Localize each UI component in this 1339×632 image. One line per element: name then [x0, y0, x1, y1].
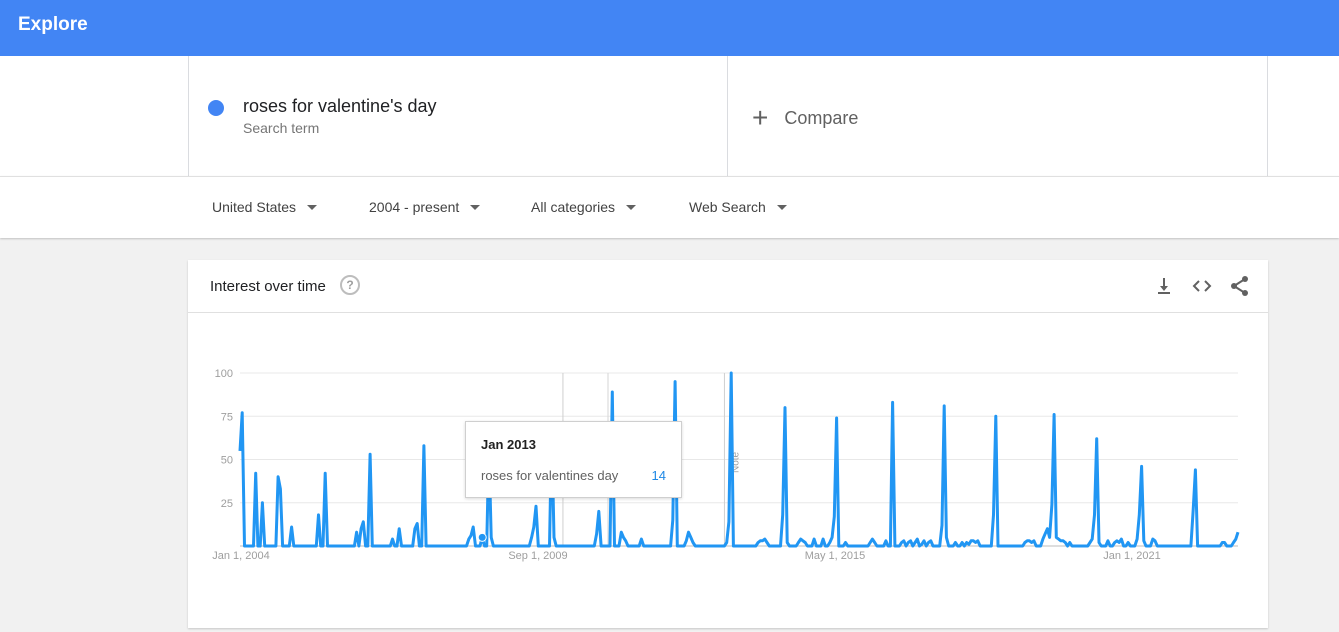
tooltip-value: 14	[651, 468, 666, 483]
term-name[interactable]: roses for valentine's day	[243, 96, 437, 117]
time-range-filter[interactable]: 2004 - present	[369, 199, 481, 215]
share-icon[interactable]	[1228, 274, 1252, 298]
search-terms-bar: roses for valentine's day Search term + …	[0, 56, 1339, 176]
filter-bar: United States 2004 - present All categor…	[0, 176, 1339, 238]
term-color-dot	[208, 100, 224, 116]
download-icon[interactable]	[1152, 274, 1176, 298]
app-bar: Explore	[0, 0, 1339, 56]
app-title[interactable]: Explore	[18, 14, 88, 36]
help-icon[interactable]: ?	[340, 275, 360, 295]
compare-button[interactable]: + Compare	[752, 104, 858, 132]
search-type-filter[interactable]: Web Search	[689, 199, 787, 215]
term-type-label: Search term	[243, 120, 320, 136]
plus-icon: +	[752, 102, 769, 133]
dropdown-caret-icon	[470, 204, 481, 210]
card-title: Interest over time	[210, 278, 326, 295]
compare-label: Compare	[784, 107, 859, 128]
category-filter-label: All categories	[531, 199, 616, 215]
card-header: Interest over time ?	[188, 260, 1268, 313]
divider	[727, 56, 728, 176]
dropdown-caret-icon	[307, 204, 318, 210]
dropdown-caret-icon	[626, 204, 637, 210]
tooltip-date: Jan 2013	[481, 437, 536, 452]
category-filter[interactable]: All categories	[531, 199, 637, 215]
interest-over-time-card: Interest over time ?	[188, 260, 1268, 628]
chart-tooltip: Jan 2013 roses for valentines day 14	[465, 421, 682, 498]
region-filter[interactable]: United States	[212, 199, 318, 215]
dropdown-caret-icon	[776, 204, 787, 210]
region-filter-label: United States	[212, 199, 297, 215]
divider	[188, 56, 189, 176]
embed-icon[interactable]	[1190, 274, 1214, 298]
time-range-filter-label: 2004 - present	[369, 199, 460, 215]
tooltip-series-name: roses for valentines day	[481, 468, 619, 483]
divider	[1267, 56, 1268, 176]
search-type-filter-label: Web Search	[689, 199, 766, 215]
